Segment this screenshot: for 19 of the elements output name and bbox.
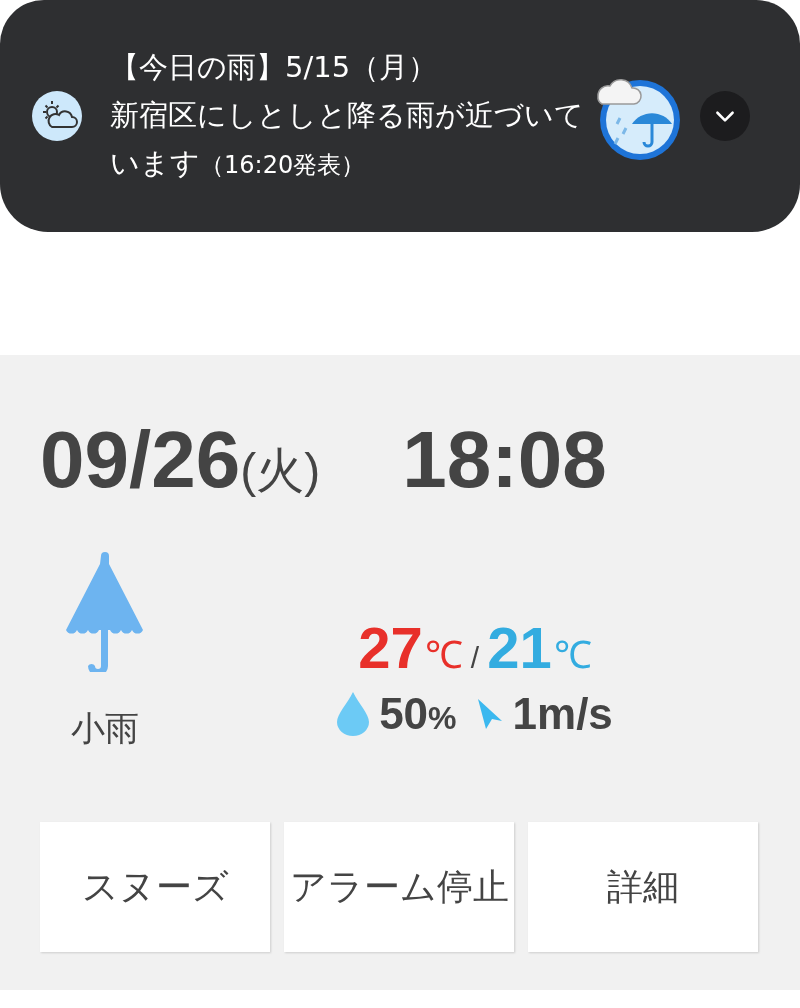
action-button[interactable]: 詳細 [528,822,758,952]
low-temperature: 21℃ [487,614,592,681]
action-button[interactable]: アラーム停止 [284,822,514,952]
weather-condition: 小雨 [71,707,139,750]
notification-card[interactable]: 【今日の雨】5/15（月） 新宿区にしとしと降る雨が近づいています（16:20発表） [0,0,800,232]
expand-button[interactable] [700,91,750,141]
alarm-date: 09/26(火) [40,415,321,506]
wind-arrow-icon [476,698,503,730]
high-temperature: 27℃ [358,614,463,681]
umbrella-icon [65,552,145,672]
notification-title: 【今日の雨】5/15（月） [110,49,439,86]
humidity-value: 50% [379,689,457,739]
action-button[interactable]: スヌーズ [40,822,270,952]
notification-message: 新宿区にしとしと降る雨が近づいています（16:20発表） [110,97,585,182]
weather-app-icon [32,91,82,141]
wind-speed: 1m/s [512,689,613,739]
water-drop-icon [337,692,370,736]
temperature-separator: / [470,641,480,675]
alarm-time: 18:08 [402,415,607,505]
